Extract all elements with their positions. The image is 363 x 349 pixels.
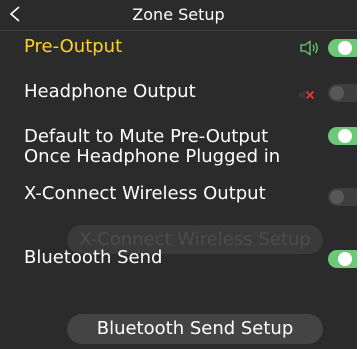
pre-output-label: Pre-Output <box>24 36 123 57</box>
xconnect-output-toggle[interactable] <box>328 188 357 206</box>
page-title: Zone Setup <box>132 5 225 24</box>
mute-x-icon <box>305 90 315 100</box>
pre-output-toggle[interactable] <box>328 39 357 57</box>
speaker-icon <box>300 40 318 56</box>
xconnect-output-label: X-Connect Wireless Output <box>24 183 266 204</box>
back-arrow-icon[interactable] <box>0 0 36 30</box>
zone-setup-screen: Zone Setup Pre-Output Headphone Output D… <box>0 0 357 349</box>
bluetooth-send-toggle[interactable] <box>328 250 357 268</box>
bluetooth-send-setup-button[interactable]: Bluetooth Send Setup <box>67 314 323 344</box>
header-bar: Zone Setup <box>0 0 357 31</box>
bluetooth-send-label: Bluetooth Send <box>24 247 163 268</box>
default-mute-toggle[interactable] <box>328 127 357 145</box>
headphone-output-toggle[interactable] <box>328 84 357 102</box>
headphone-output-label: Headphone Output <box>24 81 196 102</box>
default-mute-label: Default to Mute Pre-Output Once Headphon… <box>24 126 281 167</box>
